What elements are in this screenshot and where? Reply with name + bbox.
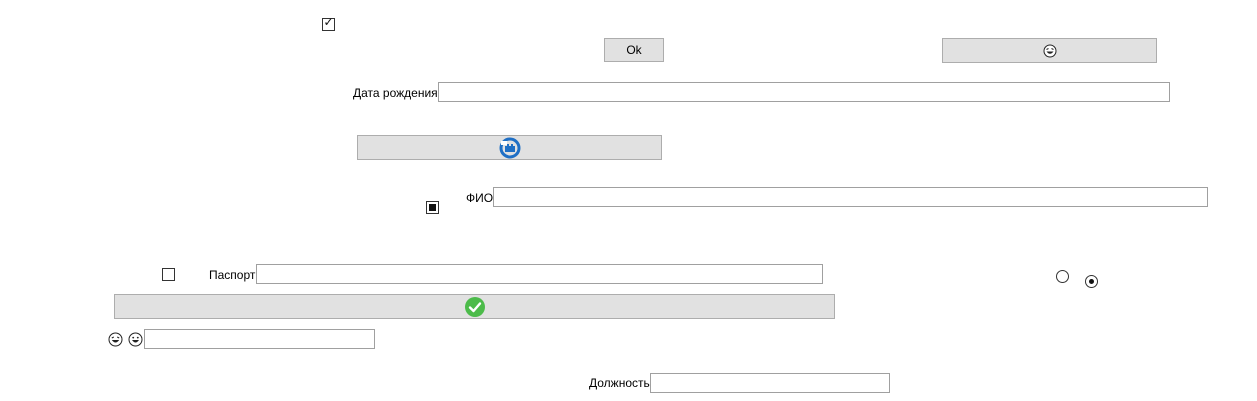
checkmark-icon: ✓ [323, 15, 334, 29]
ok-button[interactable]: Ok [604, 38, 664, 62]
radio-selected-dot [1089, 279, 1094, 284]
grinning-face-icon [128, 332, 143, 347]
checkmark-circle-icon [464, 296, 485, 317]
fio-checkbox[interactable] [426, 201, 439, 214]
radio-option-2[interactable] [1085, 275, 1098, 288]
confirm-button[interactable] [114, 294, 835, 319]
laughing-face-icon [1043, 44, 1057, 58]
top-checkbox[interactable]: ✓ [322, 15, 335, 31]
passport-label: Паспорт [209, 268, 256, 282]
birth-date-label: Дата рождения [353, 86, 438, 100]
fio-label: ФИО [466, 191, 494, 205]
position-label: Должность [589, 376, 650, 390]
emoji-button[interactable] [942, 38, 1157, 63]
fio-field[interactable] [493, 187, 1208, 207]
sync-button[interactable] [357, 135, 662, 160]
emoji-field[interactable] [144, 329, 375, 349]
radio-option-1[interactable] [1056, 270, 1069, 283]
indeterminate-mark-icon [429, 204, 436, 211]
ok-button-label: Ok [626, 43, 642, 57]
position-field[interactable] [650, 373, 890, 393]
passport-field[interactable] [256, 264, 823, 284]
laughing-face-icon [108, 332, 123, 347]
sync-icon [499, 137, 521, 159]
birth-date-field[interactable] [438, 82, 1170, 102]
passport-checkbox[interactable] [162, 268, 175, 281]
